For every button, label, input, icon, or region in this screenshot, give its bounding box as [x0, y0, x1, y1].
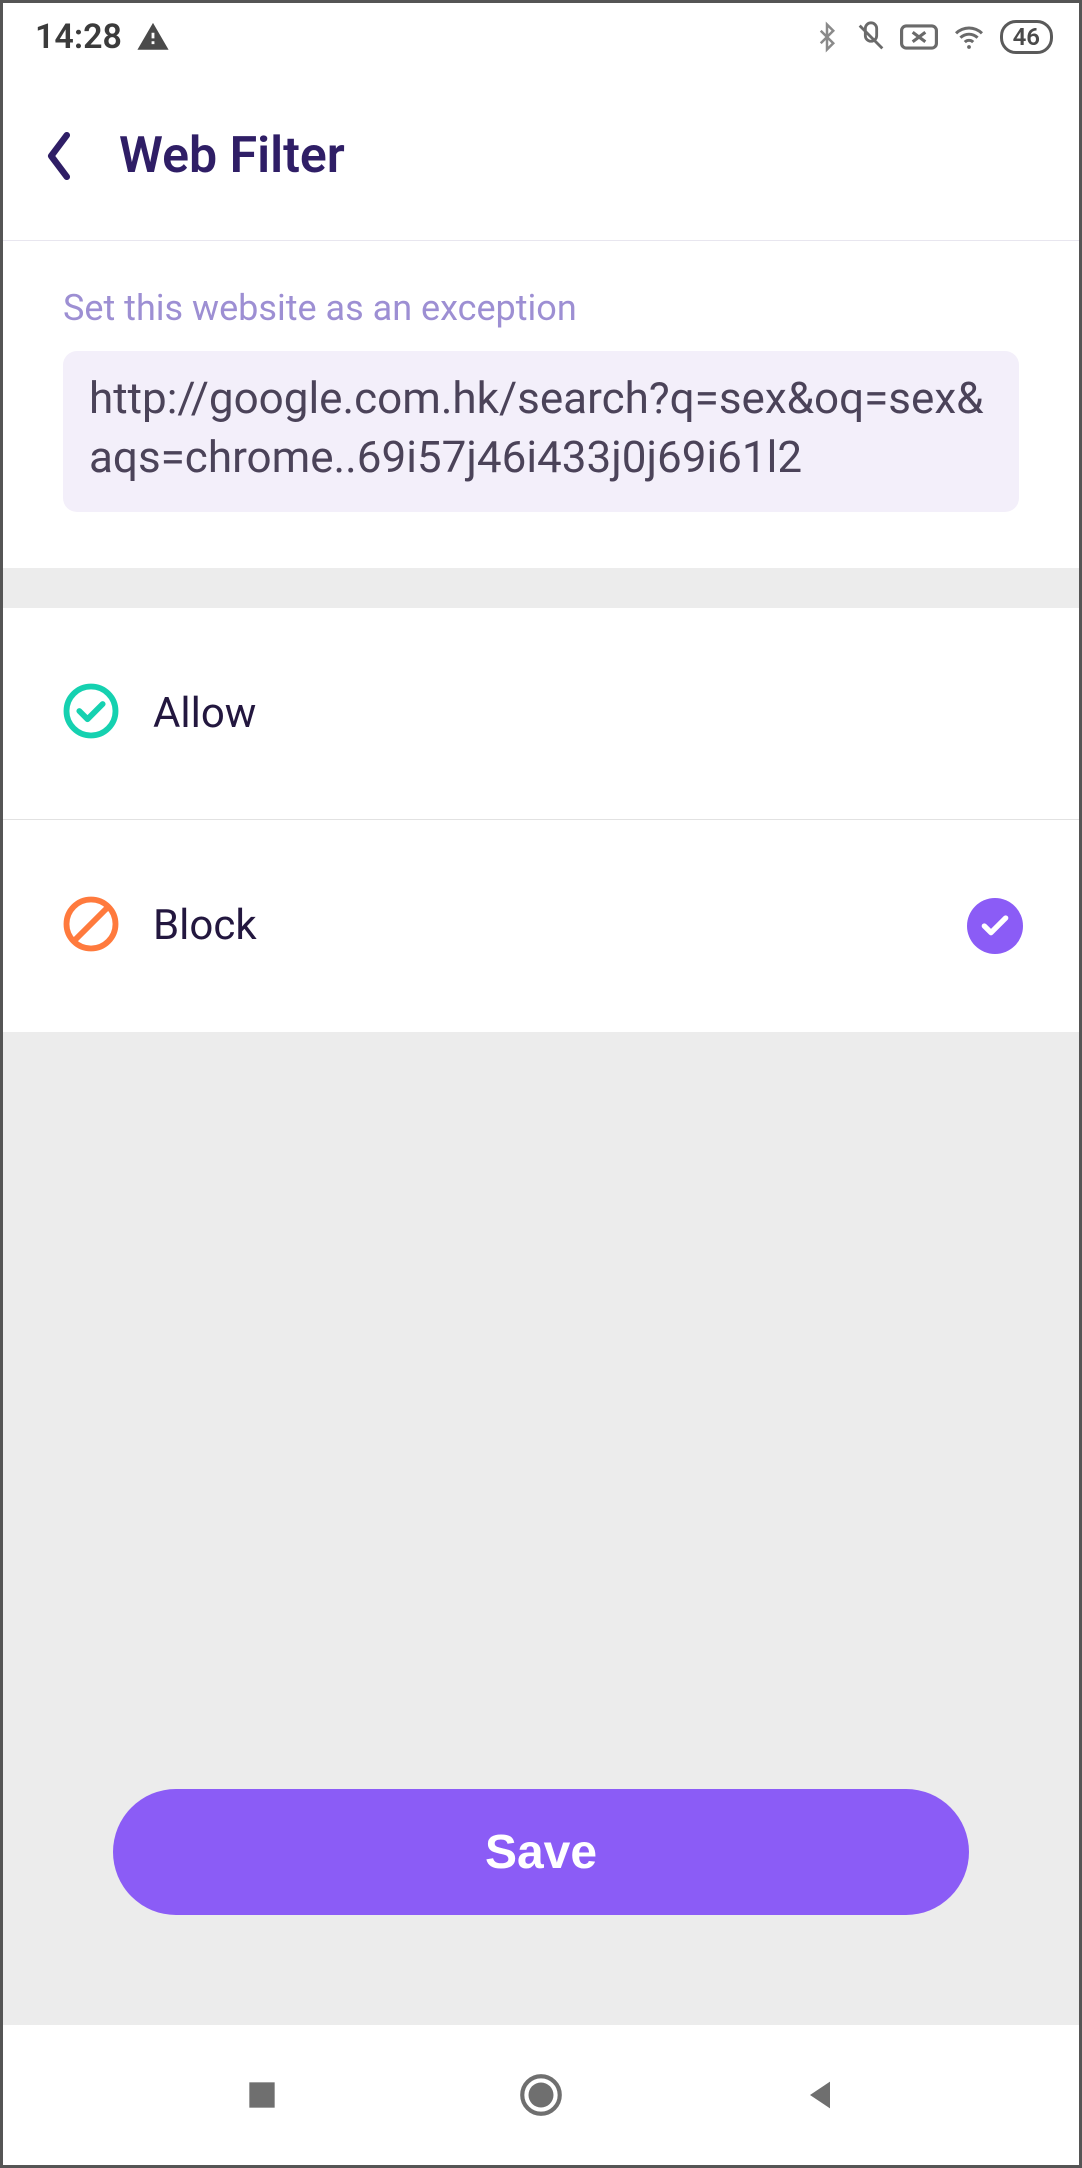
system-nav-bar — [3, 2025, 1079, 2165]
app-bar: Web Filter — [3, 71, 1079, 241]
url-input[interactable]: http://google.com.hk/search?q=sex&oq=sex… — [63, 351, 1019, 512]
battery-level: 46 — [1000, 20, 1053, 54]
exception-section: Set this website as an exception http://… — [3, 241, 1079, 568]
selected-check-icon — [967, 898, 1023, 954]
option-allow-label: Allow — [153, 689, 1023, 738]
wifi-icon — [950, 22, 988, 52]
exception-label: Set this website as an exception — [63, 287, 1019, 329]
save-button[interactable]: Save — [113, 1789, 969, 1915]
empty-space — [3, 1032, 1079, 1789]
option-allow[interactable]: Allow — [3, 608, 1079, 820]
nav-home-button[interactable] — [501, 2055, 581, 2135]
no-sim-icon — [900, 22, 938, 52]
block-icon — [63, 896, 119, 956]
status-time: 14:28 — [35, 17, 122, 57]
nav-back-button[interactable] — [780, 2055, 860, 2135]
option-block-label: Block — [153, 901, 933, 950]
warning-icon — [136, 20, 170, 54]
back-button[interactable] — [43, 130, 75, 182]
option-block[interactable]: Block — [3, 820, 1079, 1032]
bluetooth-icon — [812, 20, 842, 54]
status-bar: 14:28 46 — [3, 3, 1079, 71]
nav-recent-button[interactable] — [222, 2055, 302, 2135]
divider — [3, 568, 1079, 608]
mute-icon — [854, 20, 888, 54]
allow-icon — [63, 683, 119, 743]
page-title: Web Filter — [119, 127, 345, 185]
